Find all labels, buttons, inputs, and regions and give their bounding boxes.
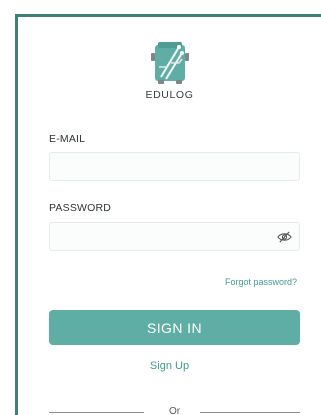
forgot-password-link[interactable]: Forgot password? bbox=[225, 277, 297, 287]
sign-in-button[interactable]: SIGN IN bbox=[49, 310, 300, 345]
password-label: PASSWORD bbox=[49, 202, 112, 214]
or-divider: Or bbox=[49, 406, 300, 415]
login-card: EDULOG E-MAIL PASSWORD Forgot password? … bbox=[15, 14, 321, 415]
password-field[interactable] bbox=[50, 223, 299, 250]
password-field-box bbox=[49, 222, 300, 251]
sign-up-link[interactable]: Sign Up bbox=[18, 360, 321, 372]
edulog-logo-icon bbox=[151, 42, 189, 84]
email-field-box bbox=[49, 152, 300, 181]
brand-name: EDULOG bbox=[145, 89, 194, 101]
eye-slash-icon[interactable] bbox=[277, 230, 292, 244]
email-label: E-MAIL bbox=[49, 133, 86, 145]
divider-line-right bbox=[200, 412, 300, 413]
divider-text: Or bbox=[168, 406, 181, 415]
email-field[interactable] bbox=[50, 153, 299, 180]
